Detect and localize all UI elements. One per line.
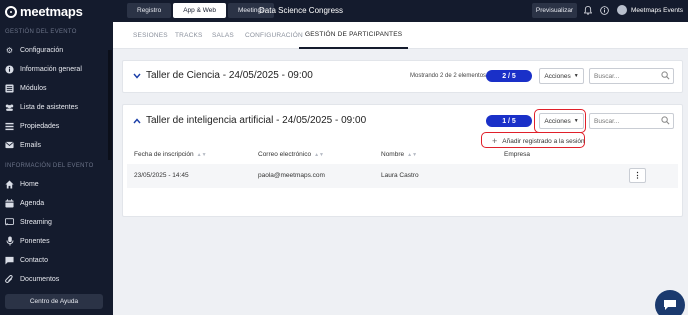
sidebar-item-agenda[interactable]: Agenda xyxy=(0,194,108,212)
top-nav-registro[interactable]: Registro xyxy=(127,3,172,18)
sidebar-item-configuracion[interactable]: ⚙ Configuración xyxy=(0,41,108,59)
row-menu-button[interactable]: ⋮ xyxy=(629,168,646,183)
topbar: Registro App & Web Meetings Data Science… xyxy=(113,0,688,22)
bell-icon[interactable] xyxy=(583,5,593,15)
column-header-date[interactable]: Fecha de inscripción ▲▼ xyxy=(134,151,207,158)
sidebar-item-ponentes[interactable]: Ponentes xyxy=(0,232,108,250)
preview-button[interactable]: Previsualizar xyxy=(532,3,577,18)
sidebar: meetmaps GESTIÓN DEL EVENTO ⚙ Configurac… xyxy=(0,0,113,315)
microphone-icon xyxy=(5,236,14,246)
gear-icon: ⚙ xyxy=(5,45,14,55)
capacity-pill: 2 / 5 xyxy=(486,70,532,82)
mail-icon xyxy=(5,141,14,150)
sidebar-item-contacto[interactable]: Contacto xyxy=(0,251,108,269)
sidebar-item-informacion-general[interactable]: Información general xyxy=(0,60,108,78)
session-title[interactable]: Taller de Ciencia - 24/05/2025 - 09:00 xyxy=(146,70,313,81)
sidebar-item-home[interactable]: Home xyxy=(0,175,108,193)
sidebar-item-label: Documentos xyxy=(20,275,60,283)
tabs-bar: SESIONES TRACKS SALAS CONFIGURACIÓN GEST… xyxy=(113,22,688,49)
column-header-email[interactable]: Correo electrónico ▲▼ xyxy=(258,151,324,158)
sidebar-item-label: Propiedades xyxy=(20,122,60,130)
sidebar-scrollbar[interactable] xyxy=(108,50,112,160)
help-center-button[interactable]: Centro de Ayuda xyxy=(5,294,103,309)
cell-email: paola@meetmaps.com xyxy=(258,172,325,179)
sidebar-item-lista-de-asistentes[interactable]: Lista de asistentes xyxy=(0,98,108,116)
logo-text: meetmaps xyxy=(20,4,83,19)
actions-button[interactable]: Acciones ▼ xyxy=(539,68,584,84)
sidebar-item-label: Streaming xyxy=(20,218,52,226)
sidebar-item-emails[interactable]: Emails xyxy=(0,136,108,154)
search-icon xyxy=(661,71,670,80)
tab-tracks[interactable]: TRACKS xyxy=(175,22,203,49)
sort-icon: ▲▼ xyxy=(314,151,325,158)
user-name: Meetmaps Events xyxy=(631,6,684,14)
tab-sesiones[interactable]: SESIONES xyxy=(133,22,168,49)
column-header-company[interactable]: Empresa xyxy=(504,151,530,158)
sidebar-item-documentos[interactable]: Documentos xyxy=(0,270,108,288)
sidebar-item-propiedades[interactable]: Propiedades xyxy=(0,117,108,135)
sort-icon: ▲▼ xyxy=(196,151,207,158)
plus-icon: + xyxy=(492,136,498,146)
sort-icon: ▲▼ xyxy=(407,151,418,158)
sidebar-item-label: Información general xyxy=(20,65,82,73)
tab-gestion-de-participantes[interactable]: GESTIÓN DE PARTICIPANTES xyxy=(299,22,409,49)
tab-salas[interactable]: SALAS xyxy=(212,22,234,49)
showing-count: Mostrando 2 de 2 elementos xyxy=(410,73,487,79)
cell-date: 23/05/2025 - 14:45 xyxy=(134,172,189,179)
kebab-icon: ⋮ xyxy=(633,171,642,180)
search-icon xyxy=(661,116,670,125)
chat-bubble-icon xyxy=(664,300,676,310)
home-icon xyxy=(5,179,14,189)
sidebar-item-label: Agenda xyxy=(20,199,45,207)
sidebar-item-label: Contacto xyxy=(20,256,49,264)
add-registered-option[interactable]: + Añadir registrado a la sesión xyxy=(492,136,585,146)
sidebar-item-streaming[interactable]: Streaming xyxy=(0,213,108,231)
capacity-pill: 1 / 5 xyxy=(486,115,532,127)
event-title: Data Science Congress xyxy=(259,6,344,15)
support-chat-button[interactable] xyxy=(655,290,685,315)
user-menu[interactable]: Meetmaps Events xyxy=(617,5,683,15)
column-header-name[interactable]: Nombre ▲▼ xyxy=(381,151,417,158)
column-label: Fecha de inscripción xyxy=(134,151,194,158)
top-nav-app-web[interactable]: App & Web xyxy=(173,3,226,18)
column-label: Correo electrónico xyxy=(258,151,312,158)
caret-down-icon: ▼ xyxy=(573,73,579,79)
cell-name: Laura Castro xyxy=(381,172,419,179)
top-nav: Registro App & Web Meetings xyxy=(127,3,275,18)
help-icon[interactable] xyxy=(599,5,609,15)
sidebar-item-label: Ponentes xyxy=(20,237,50,245)
chevron-up-icon[interactable] xyxy=(133,117,141,125)
section-title-event-info: INFORMACIÓN DEL EVENTO xyxy=(5,163,94,169)
tab-configuracion[interactable]: CONFIGURACIÓN xyxy=(245,22,303,49)
section-title-event-management: GESTIÓN DEL EVENTO xyxy=(5,29,77,35)
sidebar-item-label: Home xyxy=(20,180,39,188)
info-icon xyxy=(5,64,14,74)
list-icon xyxy=(5,122,14,131)
column-label: Empresa xyxy=(504,151,531,158)
actions-highlight xyxy=(534,109,586,133)
actions-label: Acciones xyxy=(544,72,571,80)
chevron-down-icon[interactable] xyxy=(133,72,141,80)
sidebar-item-label: Módulos xyxy=(20,84,47,92)
add-registered-label: Añadir registrado a la sesión xyxy=(502,137,585,145)
sidebar-item-modulos[interactable]: Módulos xyxy=(0,79,108,97)
chat-icon xyxy=(5,256,14,265)
sidebar-item-label: Configuración xyxy=(20,46,64,54)
session-title[interactable]: Taller de inteligencia artificial - 24/0… xyxy=(146,115,366,126)
meetmaps-logo[interactable]: meetmaps xyxy=(5,4,83,19)
clip-icon xyxy=(5,274,14,284)
avatar xyxy=(617,5,627,15)
sidebar-item-label: Emails xyxy=(20,141,42,149)
column-label: Nombre xyxy=(381,151,405,158)
streaming-icon xyxy=(5,218,14,227)
calendar-icon xyxy=(5,198,14,208)
users-icon xyxy=(5,103,14,112)
modules-icon xyxy=(5,83,14,93)
sidebar-item-label: Lista de asistentes xyxy=(20,103,78,111)
meetmaps-logo-icon xyxy=(5,5,17,18)
